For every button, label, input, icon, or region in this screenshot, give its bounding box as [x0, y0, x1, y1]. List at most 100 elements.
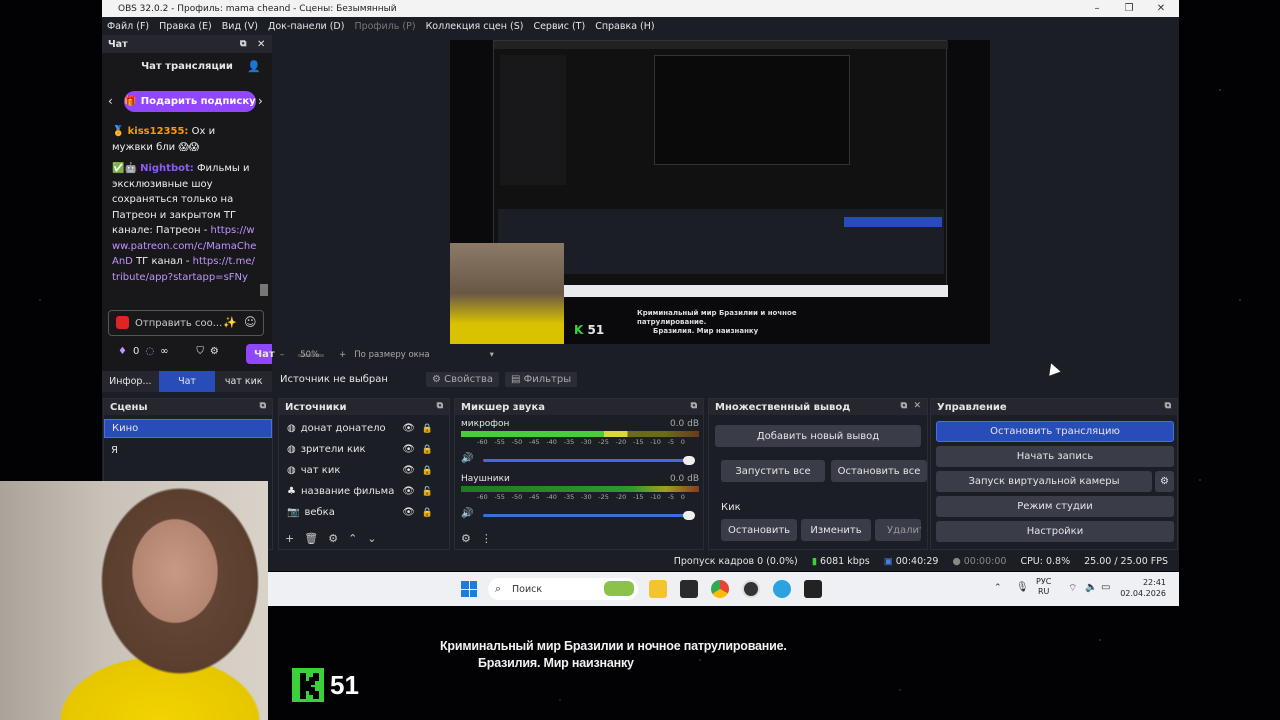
chevron-up-icon[interactable]: ⌃ — [994, 583, 1002, 593]
visibility-icon[interactable]: 👁 — [402, 465, 415, 476]
studio-mode-button[interactable]: Режим студии — [936, 496, 1174, 517]
move-up-icon[interactable]: ⌃ — [348, 532, 357, 545]
edit-output-button[interactable]: Изменить — [801, 519, 871, 541]
visibility-icon[interactable]: 👁 — [402, 486, 415, 497]
start-record-button[interactable]: Начать запись — [936, 446, 1174, 467]
zoom-fit-select[interactable]: По размеру окна — [354, 350, 429, 360]
obs-icon[interactable] — [742, 580, 760, 598]
chat-scrollbar[interactable] — [260, 124, 268, 299]
gear-icon[interactable]: ⚙ — [210, 346, 219, 357]
telegram-icon[interactable] — [773, 580, 791, 598]
language-indicator[interactable]: РУС RU — [1036, 577, 1051, 597]
windows-start-icon[interactable] — [461, 581, 477, 597]
maximize-icon[interactable]: ❐ — [1114, 0, 1144, 17]
start-all-button[interactable]: Запустить все — [721, 460, 825, 482]
menu-tools[interactable]: Сервис (T) — [533, 21, 585, 32]
dock-close-icon[interactable]: ✕ — [257, 39, 265, 50]
undock-icon[interactable]: ⧉ — [901, 401, 907, 411]
close-icon[interactable]: ✕ — [1146, 0, 1176, 17]
virtual-camera-button[interactable]: Запуск виртуальной камеры — [936, 471, 1152, 492]
speaker-icon[interactable]: 🔊 — [461, 453, 473, 464]
points-icon[interactable]: ♦ — [118, 346, 127, 357]
slider-knob[interactable] — [683, 511, 695, 520]
menu-help[interactable]: Справка (H) — [595, 21, 654, 32]
source-item[interactable]: ◍ зрители кик 👁 🔒 — [279, 439, 449, 460]
filters-button[interactable]: ▤ Фильтры — [505, 371, 578, 387]
speaker-icon[interactable]: 🔊 — [461, 508, 473, 519]
menu-docks[interactable]: Док-панели (D) — [268, 21, 344, 32]
scene-item[interactable]: Кино — [104, 419, 272, 438]
source-item[interactable]: ♣ название фильма 👁 🔓 — [279, 481, 449, 502]
tab-kick-chat[interactable]: чат кик — [215, 371, 272, 392]
source-item[interactable]: ◍ донат донатело 👁 🔒 — [279, 418, 449, 439]
menu-view[interactable]: Вид (V) — [222, 21, 258, 32]
undock-icon[interactable]: ⧉ — [260, 401, 266, 411]
zoom-in-icon[interactable]: + — [339, 350, 346, 360]
microphone-icon[interactable]: 🎙 — [1016, 582, 1029, 593]
delete-output-button[interactable]: Удалит — [875, 519, 921, 541]
lock-icon[interactable]: 🔒 — [422, 466, 433, 476]
tab-info[interactable]: Инфор... — [102, 371, 159, 392]
battery-icon[interactable]: ▭ — [1101, 582, 1110, 593]
chat-send-input[interactable]: Отправить соо... ✨ ☺ — [108, 310, 264, 336]
visibility-icon[interactable]: 👁 — [402, 444, 415, 455]
slider-knob[interactable] — [683, 456, 695, 465]
more-menu-icon[interactable]: ⋮ — [481, 532, 492, 545]
advanced-audio-icon[interactable]: ⚙ — [461, 532, 471, 545]
terminal-icon[interactable] — [804, 580, 822, 598]
properties-button[interactable]: ⚙ Свойства — [426, 371, 499, 387]
file-explorer-icon[interactable] — [649, 580, 667, 598]
scene-item[interactable]: Я — [104, 441, 272, 460]
menu-file[interactable]: Файл (F) — [107, 21, 149, 32]
chat-send-button[interactable]: Чат — [246, 344, 275, 364]
app-icon[interactable] — [680, 580, 698, 598]
minimize-icon[interactable]: – — [1082, 0, 1112, 17]
virtual-camera-settings-icon[interactable]: ⚙ — [1155, 471, 1174, 492]
menu-profile[interactable]: Профиль (P) — [354, 21, 415, 32]
stop-output-button[interactable]: Остановить — [721, 519, 797, 541]
lock-icon[interactable]: 🔒 — [422, 508, 433, 518]
menu-scene-collection[interactable]: Коллекция сцен (S) — [426, 21, 524, 32]
volume-icon[interactable]: 🔈 — [1085, 582, 1097, 593]
volume-slider[interactable] — [483, 456, 695, 465]
stop-all-button[interactable]: Остановить все — [831, 460, 927, 482]
shield-icon[interactable]: ⛉ — [196, 346, 204, 357]
source-item[interactable]: ◍ чат кик 👁 🔒 — [279, 460, 449, 481]
chevron-left-icon[interactable]: ‹ — [108, 94, 113, 108]
close-icon[interactable]: ✕ — [913, 401, 921, 411]
menu-edit[interactable]: Правка (E) — [159, 21, 212, 32]
settings-button[interactable]: Настройки — [936, 521, 1174, 542]
undock-icon[interactable]: ⧉ — [240, 39, 246, 49]
chat-username[interactable]: Nightbot: — [140, 163, 194, 174]
visibility-icon[interactable]: 👁 — [402, 423, 415, 434]
stop-stream-button[interactable]: Остановить трансляцию — [936, 421, 1174, 442]
gear-icon[interactable]: ⚙ — [328, 532, 338, 545]
lock-icon[interactable]: 🔒 — [422, 445, 433, 455]
undock-icon[interactable]: ⧉ — [1165, 401, 1171, 411]
move-down-icon[interactable]: ⌄ — [367, 532, 376, 545]
gift-subscription-button[interactable]: 🎁 Подарить подписку — [124, 91, 256, 112]
wifi-icon[interactable]: ⌔ — [1068, 582, 1077, 595]
chat-username[interactable]: kiss12355: — [128, 126, 189, 137]
add-icon[interactable]: + — [285, 532, 294, 545]
taskbar-search[interactable]: ⌕ Поиск — [488, 578, 638, 600]
tab-chat[interactable]: Чат — [158, 371, 216, 392]
emoji-icon[interactable]: ☺ — [244, 315, 257, 329]
source-item[interactable]: 📷 вебка 👁 🔒 — [279, 502, 449, 523]
taskbar-clock[interactable]: 22:41 02.04.2026 — [1118, 577, 1166, 599]
scroll-thumb[interactable] — [260, 284, 268, 296]
visibility-icon[interactable]: 👁 — [402, 507, 415, 518]
undock-icon[interactable]: ⧉ — [437, 401, 443, 411]
trash-icon[interactable]: 🗑 — [304, 532, 318, 545]
chevron-right-icon[interactable]: › — [258, 94, 263, 108]
magic-icon[interactable]: ✨ — [223, 316, 237, 329]
chevron-down-icon[interactable]: ▾ — [490, 350, 494, 360]
undock-icon[interactable]: ⧉ — [691, 401, 697, 411]
zoom-out-icon[interactable]: – — [280, 350, 284, 360]
volume-slider[interactable] — [483, 511, 695, 520]
unlock-icon[interactable]: 🔓 — [422, 487, 433, 497]
chrome-icon[interactable] — [711, 580, 729, 598]
users-icon[interactable]: 👤 — [247, 60, 261, 73]
lock-icon[interactable]: 🔒 — [422, 424, 433, 434]
add-output-button[interactable]: Добавить новый вывод — [715, 425, 921, 447]
